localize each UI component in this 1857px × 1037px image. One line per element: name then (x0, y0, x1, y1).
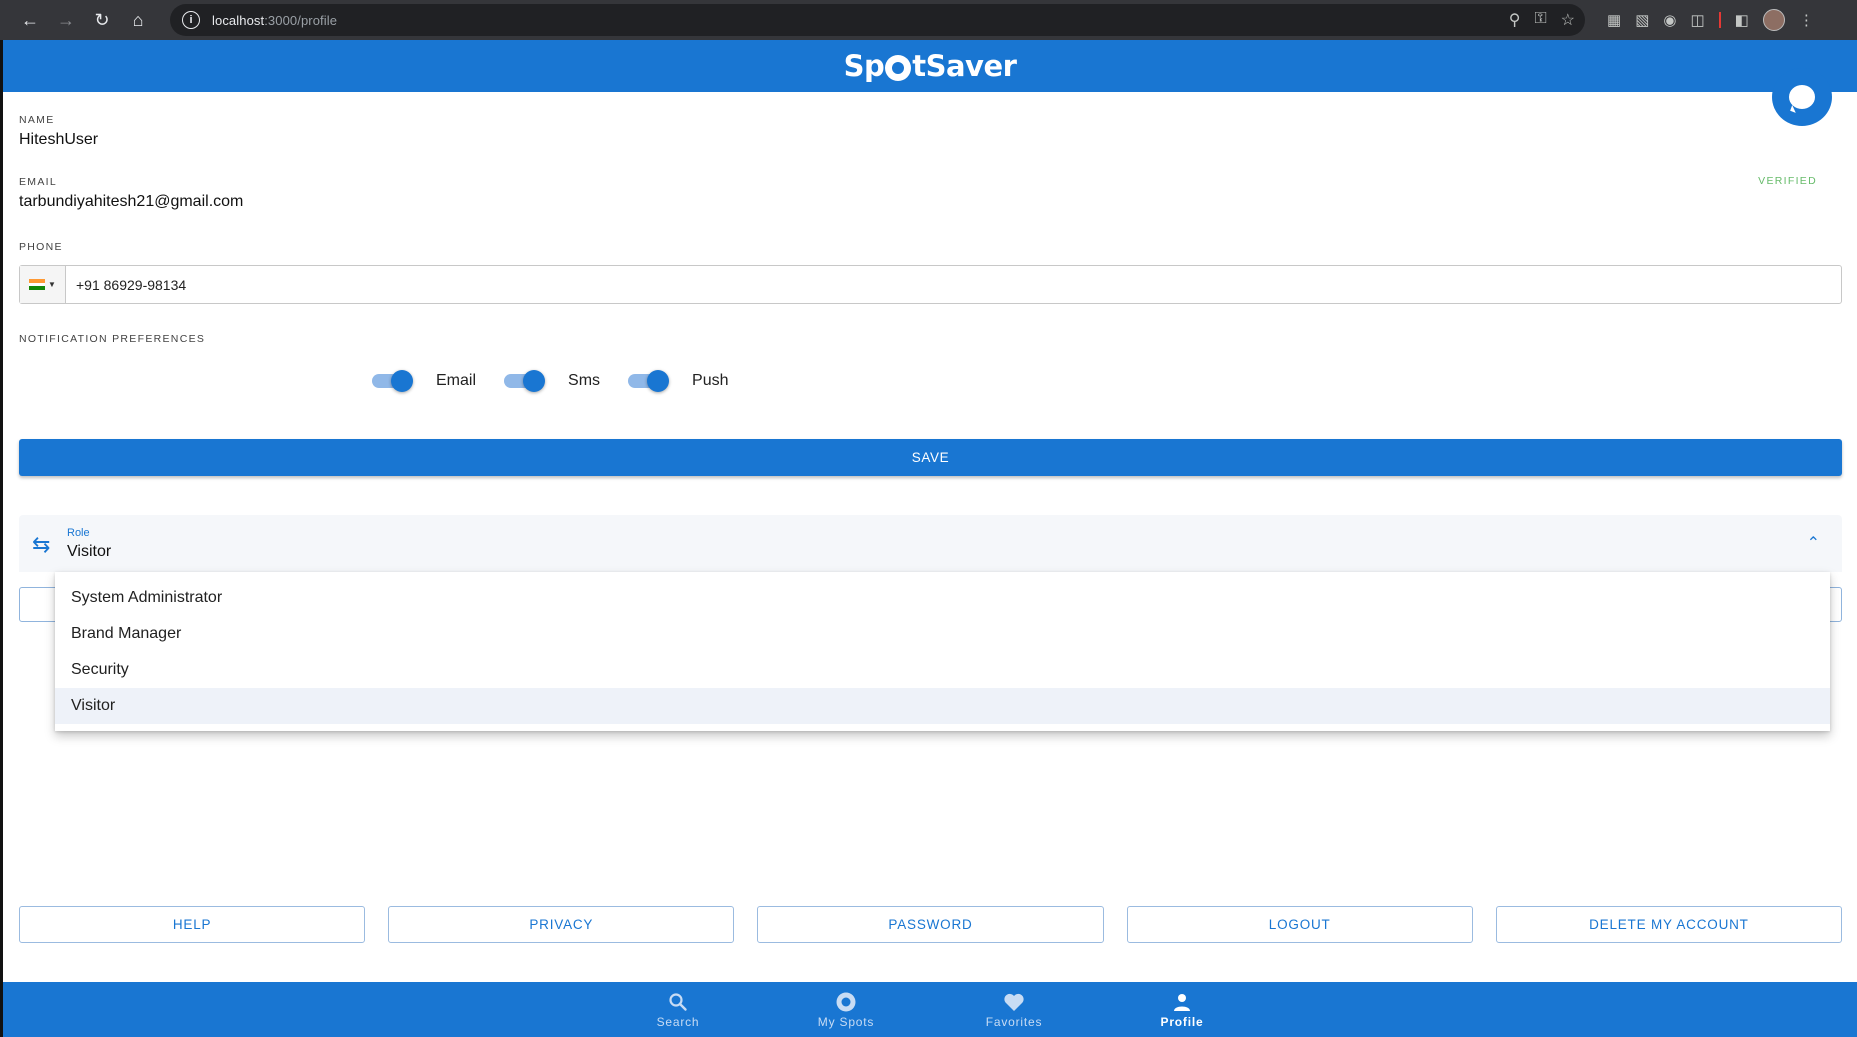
toggle-knob (523, 370, 546, 392)
role-option-security[interactable]: Security (55, 652, 1830, 688)
nav-profile[interactable]: Profile (1098, 982, 1266, 1037)
name-value: HiteshUser (19, 131, 99, 148)
url-path: :3000/profile (264, 12, 338, 28)
home-icon[interactable]: ⌂ (120, 2, 156, 38)
puzzle-icon[interactable]: ◫ (1690, 11, 1704, 29)
swap-arrows-icon: ⇆ (32, 532, 51, 557)
email-value: tarbundiyahitesh21@gmail.com (19, 193, 244, 210)
role-option-brand-manager[interactable]: Brand Manager (55, 616, 1830, 652)
profile-avatar[interactable] (1762, 9, 1785, 31)
email-toggle-label: Email (436, 372, 477, 389)
back-icon[interactable]: ← (12, 2, 48, 38)
privacy-button[interactable]: PRIVACY (388, 906, 735, 943)
india-flag-icon (29, 279, 46, 291)
page: ← → ↻ ⌂ i localhost:3000/profile ⚲ ⚿ ☆ ▦… (0, 0, 1857, 1037)
extension-icon-2[interactable]: ▧ (1635, 11, 1649, 29)
logo-text-end: tSaver (912, 49, 1017, 83)
logout-button[interactable]: LOGOUT (1126, 906, 1473, 943)
phone-label: PHONE (19, 241, 63, 253)
heart-icon (1003, 990, 1025, 1014)
location-icon[interactable]: ⚲ (1509, 10, 1521, 30)
extensions-area: ▦ ▧ ◉ ◫ ◧ ⋮ (1607, 9, 1814, 31)
sms-toggle[interactable] (504, 370, 546, 392)
email-toggle-group: Email (372, 370, 477, 392)
toggle-knob (647, 370, 670, 392)
person-icon (1172, 990, 1192, 1014)
nav-profile-label: Profile (1160, 1015, 1204, 1029)
push-toggle-group: Push (628, 370, 729, 392)
sms-toggle-group: Sms (504, 370, 601, 392)
email-toggle[interactable] (372, 370, 413, 392)
password-button[interactable]: PASSWORD (757, 906, 1104, 943)
role-dropdown-menu: System Administrator Brand Manager Secur… (55, 572, 1830, 731)
app-logo[interactable]: Sp tSaver (844, 49, 1017, 83)
browser-toolbar: ← → ↻ ⌂ i localhost:3000/profile ⚲ ⚿ ☆ ▦… (0, 0, 1857, 40)
role-value: Visitor (67, 543, 112, 560)
browser-nav: ← → ↻ ⌂ (12, 2, 156, 38)
url-host: localhost (212, 12, 265, 28)
push-toggle[interactable] (628, 370, 670, 392)
star-icon[interactable]: ☆ (1561, 10, 1575, 30)
window-edge (0, 92, 3, 982)
menu-kebab-icon[interactable]: ⋮ (1799, 11, 1814, 29)
omnibox-actions: ⚲ ⚿ ☆ (1509, 10, 1575, 30)
notification-preferences-label: NOTIFICATION PREFERENCES (19, 333, 206, 345)
name-label: NAME (19, 114, 55, 126)
caret-down-icon: ▼ (48, 280, 56, 289)
nav-my-spots[interactable]: My Spots (762, 982, 930, 1037)
logo-text-start: Sp (843, 49, 885, 83)
forward-icon[interactable]: → (48, 2, 84, 38)
site-info-icon[interactable]: i (182, 11, 200, 29)
sidepanel-icon[interactable]: ◧ (1735, 11, 1749, 29)
address-bar[interactable]: i localhost:3000/profile ⚲ ⚿ ☆ (170, 4, 1585, 36)
sms-toggle-label: Sms (568, 372, 601, 389)
save-button[interactable]: SAVE (19, 439, 1842, 476)
toolbar-separator (1718, 12, 1721, 28)
verified-badge: VERIFIED (1758, 175, 1817, 187)
bottom-navigation: Search My Spots Favorites Profile (0, 982, 1857, 1037)
reload-icon[interactable]: ↻ (84, 2, 120, 38)
nav-favorites[interactable]: Favorites (930, 982, 1098, 1037)
chat-bubble-icon (1789, 85, 1815, 109)
app-header: Sp tSaver (0, 40, 1857, 92)
search-icon (668, 990, 688, 1014)
nav-my-spots-label: My Spots (817, 1015, 875, 1029)
chevron-up-icon[interactable]: ⌃ (1807, 533, 1820, 553)
role-label: Role (67, 527, 90, 539)
spot-target-icon (835, 990, 857, 1014)
phone-field: ▼ (19, 265, 1842, 304)
email-label: EMAIL (19, 176, 58, 188)
help-button[interactable]: HELP (19, 906, 366, 943)
nav-favorites-label: Favorites (985, 1015, 1043, 1029)
nav-search[interactable]: Search (594, 982, 762, 1037)
country-selector[interactable]: ▼ (20, 266, 66, 303)
address-url: localhost:3000/profile (212, 13, 337, 28)
hidden-button-left (19, 587, 59, 622)
extension-icon-1[interactable]: ▦ (1607, 11, 1621, 29)
chat-button[interactable] (1772, 68, 1832, 126)
extension-icon-3[interactable]: ◉ (1663, 11, 1676, 29)
role-option-visitor[interactable]: Visitor (55, 688, 1830, 724)
delete-account-button[interactable]: DELETE MY ACCOUNT (1495, 906, 1843, 943)
notification-toggles: Email Sms Push (372, 370, 729, 392)
logo-spot-icon (885, 55, 912, 81)
nav-search-label: Search (656, 1015, 700, 1029)
role-option-system-administrator[interactable]: System Administrator (55, 580, 1830, 616)
toggle-knob (391, 370, 413, 392)
push-toggle-label: Push (692, 372, 729, 389)
account-actions: HELP PRIVACY PASSWORD LOGOUT DELETE MY A… (19, 906, 1843, 943)
role-select[interactable]: ⇆ Role Visitor ⌃ (19, 515, 1842, 572)
phone-input[interactable] (76, 276, 1841, 293)
key-icon[interactable]: ⚿ (1534, 10, 1546, 30)
